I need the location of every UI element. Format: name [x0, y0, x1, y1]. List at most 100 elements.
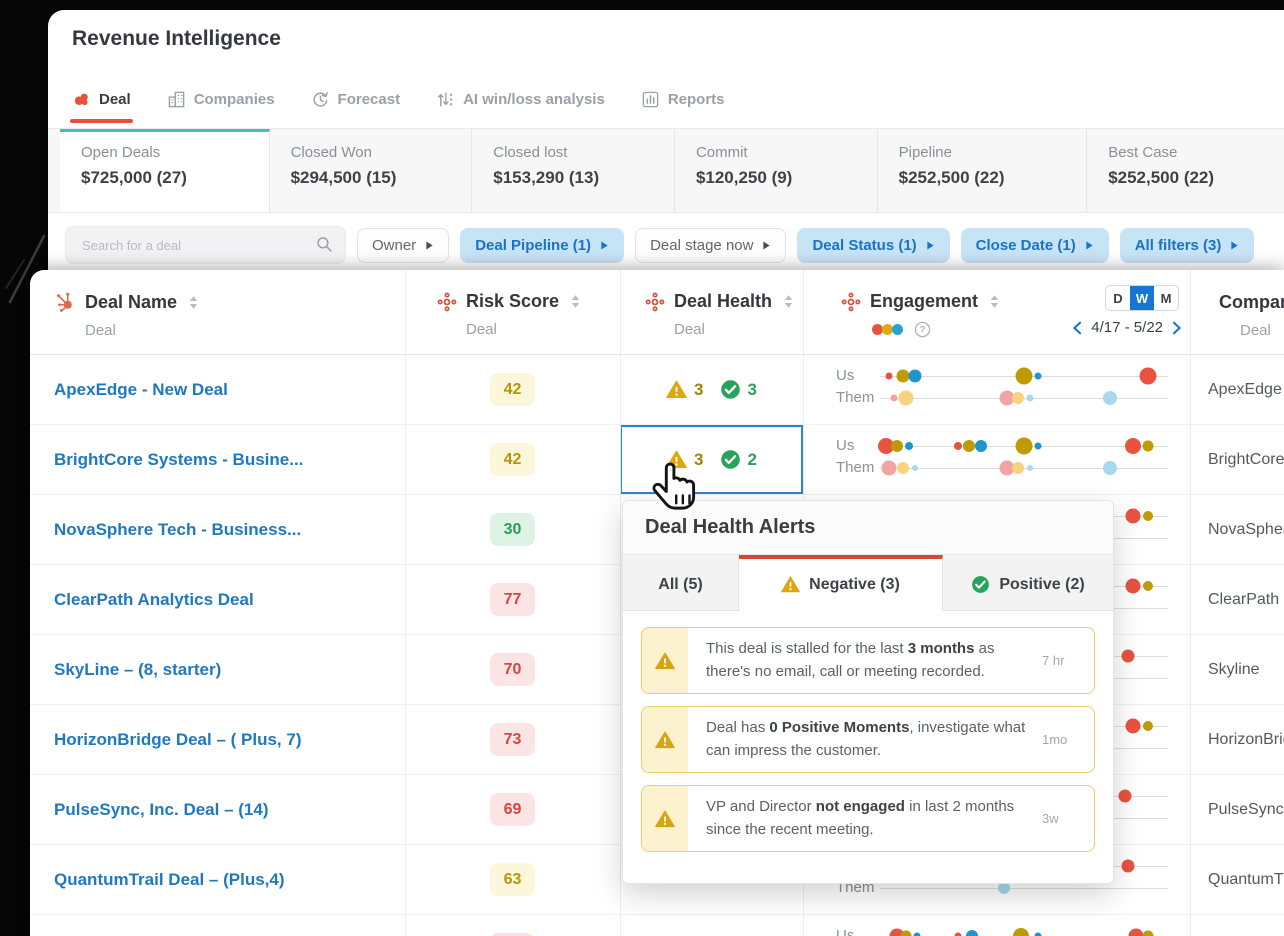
hubspot-icon	[54, 291, 76, 313]
engagement-dot	[904, 442, 913, 450]
card-label: Pipeline	[898, 144, 952, 161]
column-header-engagement[interactable]: Engagement D W M 4/17 - 5/22	[803, 270, 1190, 354]
engagement-cell[interactable]: Us Them	[803, 355, 1190, 424]
deal-name-link[interactable]: ApexEdge - New Deal	[54, 380, 228, 400]
tab-reports[interactable]: Reports	[641, 90, 725, 109]
risk-score-badge: 77	[490, 583, 535, 616]
engagement-dot	[1142, 440, 1154, 452]
popup-tab-all[interactable]: All (5)	[623, 555, 739, 610]
deal-name-link[interactable]: SkyLine – (8, starter)	[54, 660, 221, 680]
engagement-dot	[1139, 367, 1157, 385]
deal-health-cell[interactable]: 3 3	[620, 355, 803, 424]
column-header-company[interactable]: Company Deal	[1190, 270, 1284, 354]
deal-name-link[interactable]: NovaSphere Tech - Business...	[54, 520, 301, 540]
card-best-case[interactable]: Best Case $252,500 (22)	[1087, 129, 1284, 212]
deal-name-link[interactable]: HorizonBridge Deal – ( Plus, 7)	[54, 730, 302, 750]
risk-score-badge: 73	[490, 723, 535, 756]
alert-card[interactable]: VP and Director not engaged in last 2 mo…	[641, 785, 1095, 852]
sort-icon[interactable]	[989, 292, 1000, 311]
filter-owner[interactable]: Owner	[357, 227, 450, 263]
column-divider	[620, 270, 621, 936]
filter-all-filters[interactable]: All filters (3)	[1119, 227, 1255, 263]
summary-cards: Open Deals $725,000 (27) Closed Won $294…	[48, 129, 1284, 213]
card-open-deals[interactable]: Open Deals $725,000 (27)	[60, 129, 270, 212]
tab-companies-label: Companies	[193, 90, 275, 108]
filter-deal-stage[interactable]: Deal stage now	[635, 227, 787, 263]
column-title: Company	[1219, 291, 1284, 312]
positive-alert-count: 2	[747, 449, 757, 469]
caret-right-icon	[425, 240, 434, 251]
hand-pointer-cursor	[649, 461, 701, 519]
tab-deal[interactable]: Deal	[70, 90, 133, 123]
tab-ai-winloss[interactable]: AI win/loss analysis	[436, 90, 605, 109]
deal-name-link[interactable]: BrightCore Systems - Busine...	[54, 450, 303, 470]
engagement-them-label: Them	[836, 459, 875, 476]
filter-close-date[interactable]: Close Date (1)	[960, 227, 1109, 263]
deal-name-link[interactable]: PulseSync, Inc. Deal – (14)	[54, 800, 268, 820]
column-subtitle: Deal	[674, 321, 705, 338]
alert-card[interactable]: Deal has 0 Positive Moments, investigate…	[641, 706, 1095, 773]
search-icon	[315, 235, 334, 254]
tab-forecast[interactable]: Forecast	[311, 90, 400, 109]
company-name: BrightCore	[1208, 450, 1284, 468]
deal-name-link[interactable]: ClearPath Analytics Deal	[54, 590, 254, 610]
sort-icon[interactable]	[188, 293, 199, 312]
engagement-cell[interactable]: Us Them	[803, 915, 1190, 936]
filter-label: Owner	[372, 236, 417, 254]
engagement-dot	[881, 460, 897, 476]
alert-card[interactable]: This deal is stalled for the last 3 mont…	[641, 627, 1095, 694]
caret-right-icon	[600, 240, 609, 251]
next-range-icon[interactable]	[1171, 321, 1183, 335]
table-row: ApexEdge - New Deal 42 3 3 Us Them ApexE…	[30, 355, 1284, 425]
column-header-risk-score[interactable]: Risk Score Deal	[405, 270, 620, 354]
toggle-month[interactable]: M	[1154, 286, 1178, 310]
engagement-cell[interactable]: Us Them	[803, 425, 1190, 494]
filter-deal-pipeline[interactable]: Deal Pipeline (1)	[460, 227, 625, 263]
card-value: $120,250 (9)	[695, 168, 793, 187]
engagement-us-timeline	[880, 367, 1168, 385]
column-header-deal-name[interactable]: Deal Name Deal	[30, 270, 405, 354]
card-label: Closed Won	[290, 144, 372, 161]
engagement-dot	[1103, 391, 1118, 405]
popup-tab-positive[interactable]: Positive (2)	[943, 555, 1113, 610]
engagement-dot	[891, 440, 904, 452]
deal-health-cell[interactable]	[620, 915, 803, 936]
deal-name-link[interactable]: QuantumTrail Deal – (Plus,4)	[54, 870, 285, 890]
column-header-deal-health[interactable]: Deal Health Deal	[620, 270, 803, 354]
popup-tab-negative[interactable]: Negative (3)	[739, 555, 943, 611]
engagement-dot	[897, 462, 910, 474]
engagement-dot	[953, 442, 962, 450]
engagement-dot	[1015, 367, 1033, 385]
tab-companies[interactable]: Companies	[167, 90, 275, 109]
help-icon[interactable]	[914, 321, 931, 338]
deal-health-cell[interactable]: 3 2	[620, 425, 803, 494]
warning-icon	[655, 730, 675, 750]
column-subtitle: Deal	[466, 321, 497, 338]
prev-range-icon[interactable]	[1071, 321, 1083, 335]
engagement-dot	[1125, 438, 1142, 454]
toggle-day[interactable]: D	[1106, 286, 1130, 310]
engagement-dot	[963, 440, 976, 452]
sort-icon[interactable]	[570, 292, 581, 311]
date-range-nav: 4/17 - 5/22	[1058, 319, 1183, 336]
card-commit[interactable]: Commit $120,250 (9)	[675, 129, 878, 212]
card-closed-lost[interactable]: Closed lost $153,290 (13)	[472, 129, 675, 212]
card-pipeline[interactable]: Pipeline $252,500 (22)	[878, 129, 1088, 212]
period-toggle: D W M	[1105, 285, 1179, 311]
card-closed-won[interactable]: Closed Won $294,500 (15)	[270, 129, 473, 212]
deal-icon	[72, 90, 91, 109]
toggle-week[interactable]: W	[1130, 286, 1154, 310]
deal-health-alerts-popup: Deal Health Alerts All (5) Negative (3) …	[622, 500, 1114, 884]
engagement-them-label: Them	[836, 389, 875, 406]
search-input[interactable]	[65, 226, 346, 264]
negative-alert-count: 3	[694, 379, 704, 399]
popup-tab-label: Positive (2)	[999, 575, 1085, 593]
engagement-dot	[898, 390, 914, 406]
sort-icon[interactable]	[783, 292, 794, 311]
check-icon	[720, 449, 741, 470]
card-value: $252,500 (22)	[1108, 168, 1215, 187]
filter-deal-status[interactable]: Deal Status (1)	[797, 227, 950, 263]
filter-bar: Owner Deal Pipeline (1) Deal stage now D…	[65, 222, 1255, 268]
popup-tab-label: All (5)	[658, 575, 703, 593]
alert-text: This deal is stalled for the last 3 mont…	[706, 640, 995, 680]
